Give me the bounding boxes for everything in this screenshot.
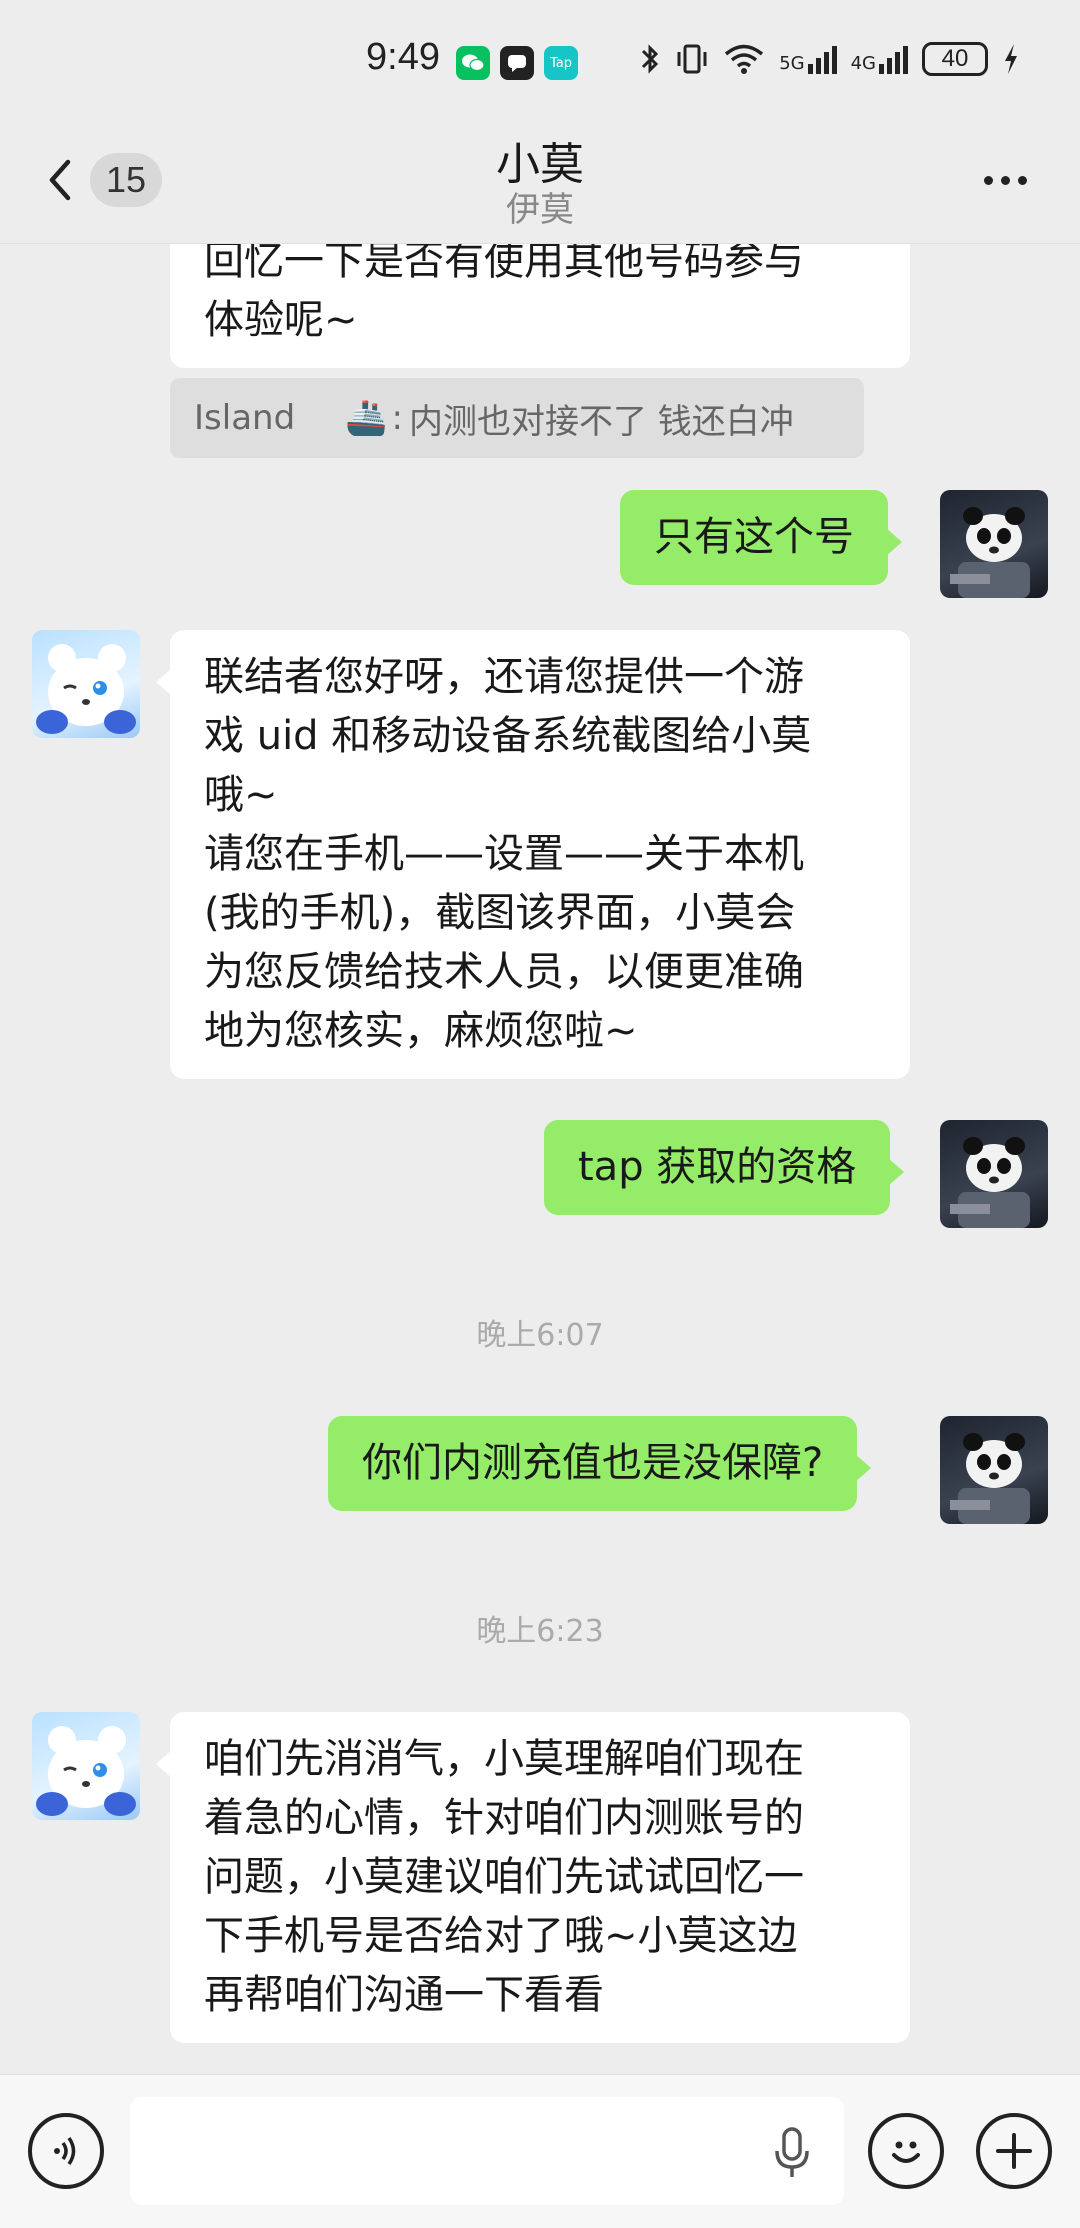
message-line: 下手机号是否给对了哦~小莫这边 [204,1913,798,1959]
battery-level: 40 [941,45,969,72]
more-functions-button[interactable] [976,2113,1052,2189]
wechat-icon [456,46,490,80]
voice-icon [54,2137,76,2165]
message-line: 联结者您好呀，还请您提供一个游 [204,654,804,700]
status-time: 9:49 [366,36,440,78]
avatar-self[interactable] [940,1120,1048,1228]
chat-header: 15 小莫 伊莫 [0,128,1080,244]
message-line: (我的手机)，截图该界面，小莫会 [204,890,796,936]
message-text: tap 获取的资格 [578,1144,857,1190]
charging-icon [1005,44,1017,74]
quote-separator: : [391,398,403,438]
emoji-button[interactable] [868,2113,944,2189]
message-bubble-outgoing[interactable]: 只有这个号 [620,490,902,585]
plus-icon [996,2133,1032,2169]
message-text: 你们内测充值也是没保障? [362,1440,824,1486]
message-line: 着急的心情，针对咱们内测账号的 [204,1795,804,1841]
message-line: 为您反馈给技术人员，以便更准确 [204,949,804,995]
message-bubble-incoming[interactable]: 咱们先消消气，小莫理解咱们现在 着急的心情，针对咱们内测账号的 问题，小莫建议咱… [156,1712,910,2043]
message-bubble-incoming[interactable]: 回忆一下是否有使用其他号码参与 体验呢~ [170,244,910,368]
message-line: 请您在手机——设置——关于本机 [204,831,804,877]
message-bubble-incoming[interactable]: 联结者您好呀，还请您提供一个游 戏 uid 和移动设备系统截图给小莫 哦~ 请您… [156,630,910,1079]
battery-icon: 40 [922,42,988,76]
taptap-label: Tap [549,55,572,71]
more-dot [983,175,993,185]
message-line: 回忆一下是否有使用其他号码参与 [204,244,804,284]
message-line: 戏 uid 和移动设备系统截图给小莫 [204,713,812,759]
status-right: 5G 4G 40 [639,42,1020,76]
voice-mode-button[interactable] [28,2113,104,2189]
message-timestamp: 晚上6:23 [476,1614,604,1649]
quote-text: 内测也对接不了 钱还白冲 [408,401,794,442]
more-dot [1000,175,1010,185]
message-list[interactable]: 回忆一下是否有使用其他号码参与 体验呢~ Island 🚢 : 内测也对接不了 … [0,244,1080,2074]
bluetooth-icon [642,44,659,74]
message-bubble-outgoing[interactable]: tap 获取的资格 [544,1120,905,1215]
avatar-self[interactable] [940,490,1048,598]
message-line: 咱们先消消气，小莫理解咱们现在 [204,1736,804,1782]
avatar-contact[interactable] [32,1712,140,1820]
message-text: 只有这个号 [654,514,854,560]
message-line: 体验呢~ [204,297,358,343]
network-2-label: 4G [850,53,876,74]
message-bubble-outgoing[interactable]: 你们内测充值也是没保障? [328,1416,872,1511]
smiley-icon [892,2141,920,2163]
chat-subtitle: 伊莫 [506,190,574,230]
signal-5g-icon: 5G [779,44,837,74]
status-bar: 9:49 Tap 5G 4G 40 [0,0,1080,128]
input-bar [0,2074,1080,2228]
message-line: 地为您核实，麻烦您啦~ [204,1008,638,1054]
vibrate-icon [677,44,707,74]
ship-icon: 🚢 [345,398,388,438]
message-line: 再帮咱们沟通一下看看 [204,1972,604,2018]
network-1-label: 5G [779,53,805,74]
quoted-message[interactable]: Island 🚢 : 内测也对接不了 钱还白冲 [170,378,864,458]
more-dot [1017,175,1027,185]
more-options-button[interactable] [970,150,1040,210]
microphone-icon[interactable] [772,2127,812,2179]
avatar-contact[interactable] [32,630,140,738]
message-icon [500,46,534,80]
message-line: 问题，小莫建议咱们先试试回忆一 [204,1854,804,1900]
message-timestamp: 晚上6:07 [476,1318,604,1353]
message-line: 哦~ [204,772,278,818]
message-input[interactable] [130,2097,844,2205]
taptap-icon: Tap [544,46,578,80]
wifi-icon [725,44,764,74]
signal-4g-icon: 4G [851,44,908,74]
quote-sender: Island [194,398,296,438]
avatar-self[interactable] [940,1416,1048,1524]
